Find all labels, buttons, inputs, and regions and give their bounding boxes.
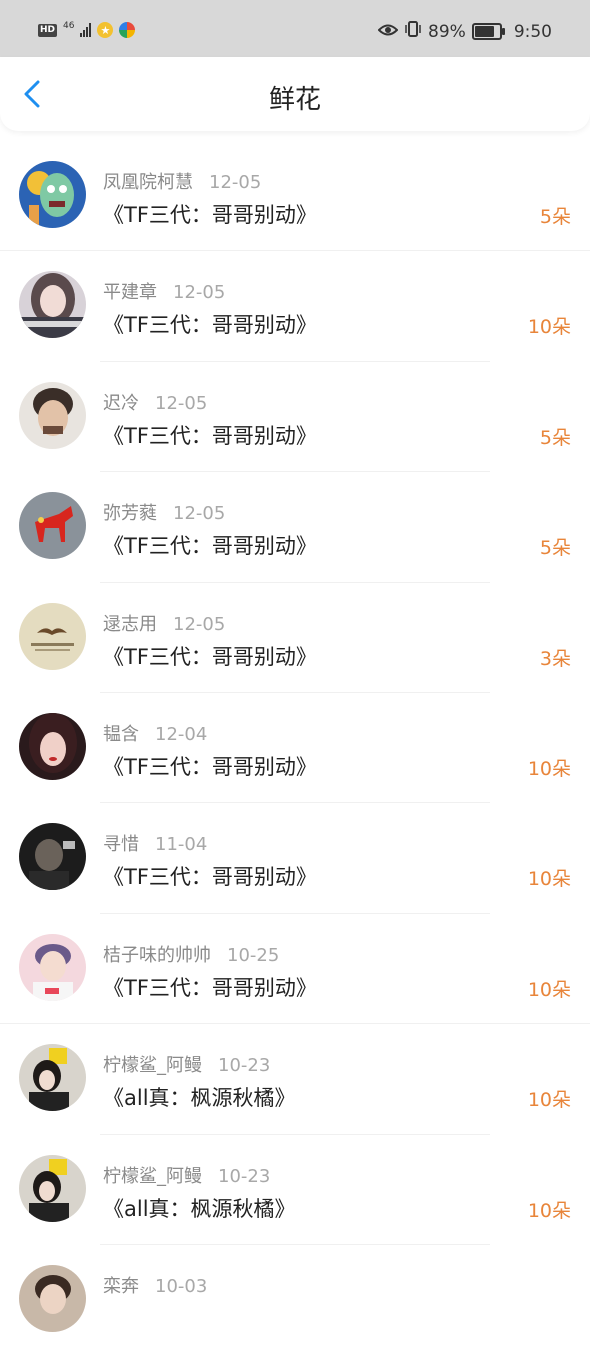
book-title: 《TF三代：哥哥别动》: [103, 754, 317, 779]
list-item[interactable]: 桔子味的帅帅 10-25 《TF三代：哥哥别动》 10朵: [0, 914, 590, 1025]
status-right: 89% 9:50: [377, 21, 552, 42]
avatar[interactable]: [19, 712, 86, 780]
star-app-icon: ★: [97, 22, 114, 38]
avatar[interactable]: [19, 823, 86, 891]
date: 12-05: [173, 503, 226, 525]
eye-icon: [377, 22, 399, 42]
list-item[interactable]: 寻惜 11-04 《TF三代：哥哥别动》 10朵: [0, 803, 590, 914]
book-title: 《TF三代：哥哥别动》: [103, 534, 317, 559]
date: 10-25: [227, 944, 280, 966]
username: 韫含 12-04: [103, 723, 208, 745]
avatar[interactable]: [19, 271, 86, 339]
book-title: 《all真：枫源秋橘》: [103, 1086, 296, 1111]
avatar[interactable]: [19, 1044, 86, 1112]
username: 逯志用 12-05: [103, 613, 226, 635]
book-title: 《TF三代：哥哥别动》: [103, 423, 317, 448]
flower-count: 10朵: [527, 868, 571, 891]
date: 12-05: [209, 172, 262, 193]
flower-count: 10朵: [527, 757, 571, 780]
date: 10-03: [155, 1275, 208, 1297]
list-item[interactable]: 柠檬鲨_阿鳗 10-23 《all真：枫源秋橘》 10朵: [0, 1135, 590, 1245]
page-title: 鲜花: [268, 85, 321, 115]
avatar[interactable]: [19, 161, 86, 228]
username: 弥芳蕤 12-05: [103, 503, 226, 525]
flower-count: 3朵: [539, 647, 571, 670]
avatar[interactable]: [19, 492, 86, 560]
flower-count: 5朵: [539, 537, 571, 560]
clock: 9:50: [513, 21, 552, 42]
flower-count: 10朵: [527, 978, 571, 1001]
username: 栾奔 10-03: [103, 1275, 208, 1297]
book-title: 《TF三代：哥哥别动》: [103, 313, 317, 338]
avatar[interactable]: [19, 1264, 86, 1332]
battery-icon: [471, 23, 505, 40]
book-title: 《TF三代：哥哥别动》: [103, 644, 317, 669]
list-item[interactable]: 平建章 12-05 《TF三代：哥哥别动》 10朵: [0, 251, 590, 362]
network-type: 46: [63, 20, 75, 31]
list-item[interactable]: 弥芳蕤 12-05 《TF三代：哥哥别动》 5朵: [0, 472, 590, 583]
book-title: 《TF三代：哥哥别动》: [103, 203, 317, 227]
date: 12-04: [155, 723, 208, 745]
book-title: 《TF三代：哥哥别动》: [103, 975, 317, 1000]
username: 凤凰院柯慧 12-05: [103, 172, 262, 193]
book-title: 《TF三代：哥哥别动》: [103, 865, 317, 890]
status-left: HD 46 ★: [38, 20, 136, 38]
avatar[interactable]: [19, 933, 86, 1001]
flower-count: 10朵: [527, 1089, 571, 1112]
battery-percent: 89%: [428, 21, 466, 42]
list-item[interactable]: 韫含 12-04 《TF三代：哥哥别动》 10朵: [0, 693, 590, 804]
status-bar: HD 46 ★ 89% 9:50: [0, 0, 590, 57]
list-item[interactable]: 迟冷 12-05 《TF三代：哥哥别动》 5朵: [0, 362, 590, 473]
flower-count: 5朵: [539, 426, 571, 449]
book-title: 《all真：枫源秋橘》: [103, 1196, 296, 1221]
list-item[interactable]: 栾奔 10-03: [0, 1245, 590, 1355]
flower-count: 10朵: [527, 1199, 571, 1222]
date: 10-23: [218, 1055, 271, 1077]
avatar[interactable]: [19, 602, 86, 670]
app-header: 鲜花: [0, 57, 590, 131]
list-item[interactable]: 逯志用 12-05 《TF三代：哥哥别动》 3朵: [0, 583, 590, 693]
flower-list: 凤凰院柯慧 12-05 《TF三代：哥哥别动》 5朵 平建章 12-05 《TF三代…: [0, 141, 590, 1355]
date: 11-04: [155, 834, 208, 856]
flower-count: 5朵: [539, 206, 571, 228]
username: 平建章 12-05: [103, 282, 226, 304]
list-item[interactable]: 柠檬鲨_阿鳗 10-23 《all真：枫源秋橘》 10朵: [0, 1024, 590, 1135]
vibrate-icon: [404, 21, 422, 42]
username: 桔子味的帅帅 10-25: [103, 944, 280, 966]
username: 寻惜 11-04: [103, 834, 208, 856]
list-item[interactable]: 凤凰院柯慧 12-05 《TF三代：哥哥别动》 5朵: [0, 141, 590, 252]
date: 12-05: [173, 613, 226, 635]
flower-count: 10朵: [527, 316, 571, 339]
signal-icon: [80, 23, 92, 37]
username: 迟冷 12-05: [103, 392, 208, 414]
avatar[interactable]: [19, 381, 86, 449]
date: 10-23: [218, 1165, 271, 1187]
hd-icon: HD: [38, 23, 58, 37]
date: 12-05: [155, 392, 208, 414]
username: 柠檬鲨_阿鳗 10-23: [103, 1055, 271, 1077]
app-notification-icon: [119, 22, 136, 38]
avatar[interactable]: [19, 1154, 86, 1222]
username: 柠檬鲨_阿鳗 10-23: [103, 1165, 271, 1187]
date: 12-05: [173, 282, 226, 304]
